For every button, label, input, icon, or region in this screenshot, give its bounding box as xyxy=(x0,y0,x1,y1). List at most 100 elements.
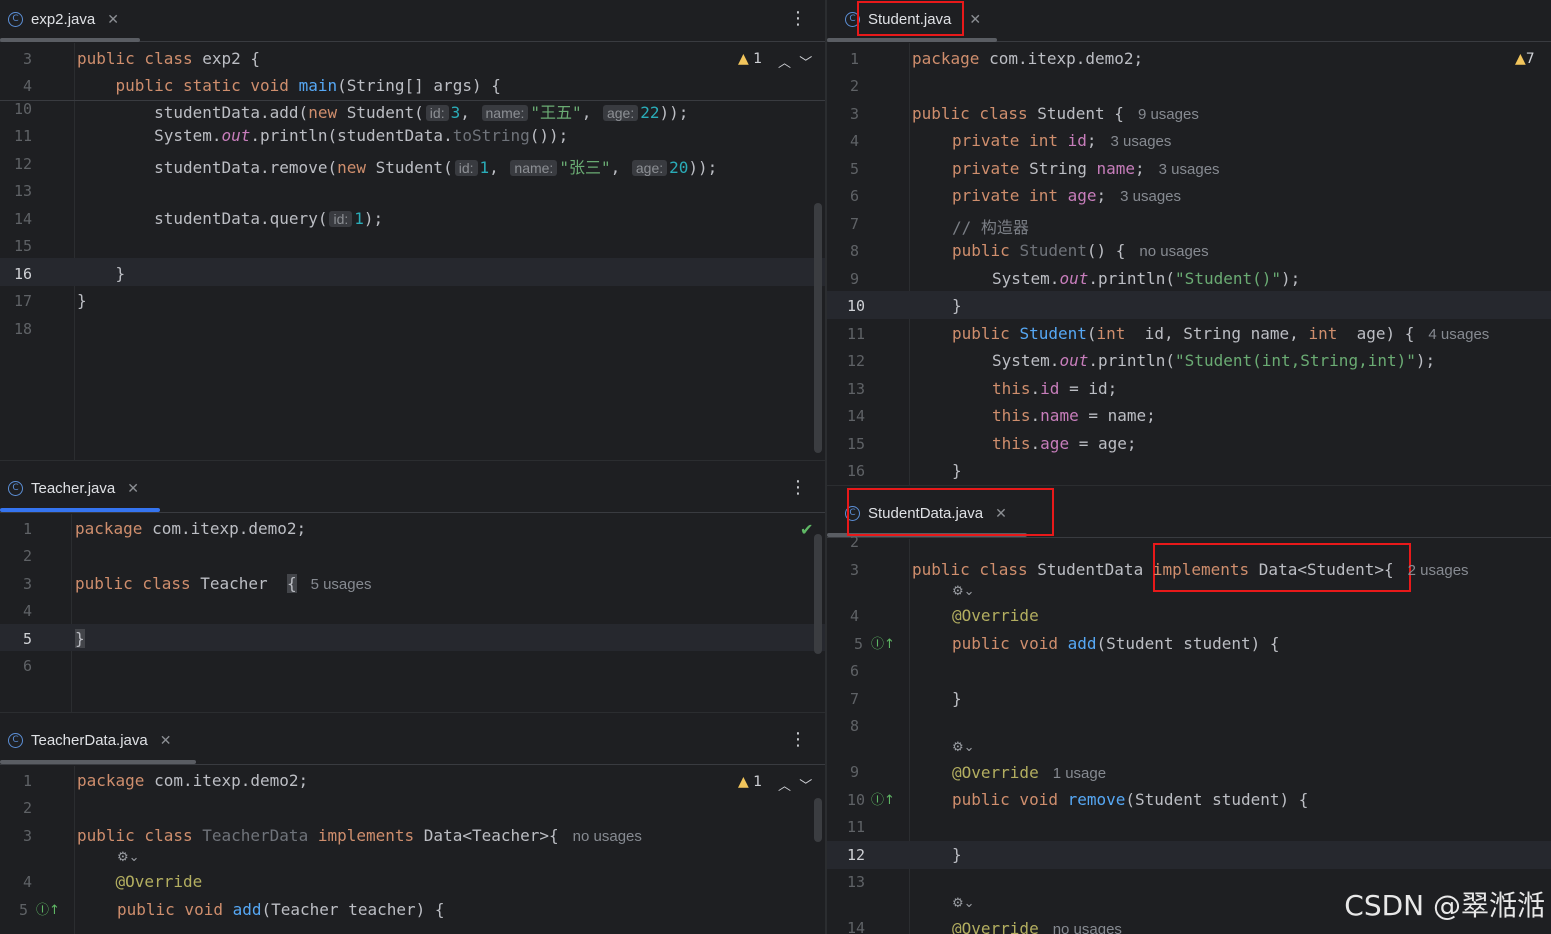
code-text: . xyxy=(1030,406,1041,425)
code-text: . xyxy=(1030,379,1041,398)
close-icon[interactable]: ✕ xyxy=(127,480,139,497)
scrollbar[interactable] xyxy=(814,203,822,453)
line-number: 5 xyxy=(853,635,863,653)
nav-arrows[interactable]: ︿ ﹀ xyxy=(778,52,812,71)
code-text: ); xyxy=(363,209,384,228)
code-area-teacher[interactable]: ✔ 1 2 3 4 5 6 package com.itexp.demo2; p… xyxy=(0,514,825,712)
code-line: public class TeacherData implements Data… xyxy=(77,826,642,845)
warning-icon: ▲ xyxy=(1515,51,1526,67)
usage-hint[interactable]: no usages xyxy=(573,828,642,845)
watermark: CSDN @翠湉湉 xyxy=(1344,889,1545,922)
static-field: out xyxy=(221,126,251,145)
usage-hint[interactable]: 3 usages xyxy=(1120,188,1181,205)
line-number: 7 xyxy=(849,690,859,708)
ai-lens-icon[interactable]: ⚙⌄ xyxy=(117,850,140,865)
warning-count: 1 xyxy=(753,774,763,790)
tab-label: exp2.java xyxy=(31,10,96,28)
close-icon[interactable]: ✕ xyxy=(160,732,172,749)
chevron-down-icon[interactable]: ﹀ xyxy=(799,56,812,71)
code-line: this.id = id; xyxy=(992,379,1117,398)
keyword: private xyxy=(952,186,1030,205)
method-name: add xyxy=(232,900,262,919)
keyword: new xyxy=(337,158,366,177)
code-line: public class Teacher {5 usages xyxy=(75,574,371,593)
chevron-up-icon[interactable]: ︿ xyxy=(778,779,791,794)
usage-hint[interactable]: no usages xyxy=(1139,243,1208,260)
implement-method-icon[interactable]: Ⓘ↑ xyxy=(871,789,895,808)
usage-hint[interactable]: 1 usage xyxy=(1053,765,1106,782)
current-line-highlight xyxy=(827,841,1551,869)
code-area-teacherdata[interactable]: ▲ 1 ︿ ﹀ 1 2 3 4 5 Ⓘ↑ package com.itexp.d… xyxy=(0,766,825,934)
code-text: (Teacher teacher) { xyxy=(261,900,445,919)
nav-arrows[interactable]: ︿ ﹀ xyxy=(778,775,812,794)
warning-indicator[interactable]: ▲7 xyxy=(1515,51,1535,67)
code-line: this.age = age; xyxy=(992,434,1137,453)
annotation: @Override xyxy=(115,872,203,891)
ai-lens-icon[interactable]: ⚙⌄ xyxy=(952,896,975,911)
line-number: 4 xyxy=(849,607,859,625)
current-line-highlight xyxy=(827,291,1551,319)
line-number: 18 xyxy=(13,320,32,338)
code-text: )); xyxy=(659,103,689,122)
code-text: ( xyxy=(1086,324,1097,343)
code-text: System. xyxy=(992,269,1060,288)
number: 1 xyxy=(479,158,490,177)
keyword: int xyxy=(1096,324,1136,343)
chevron-up-icon[interactable]: ︿ xyxy=(778,56,791,71)
horizontal-splitter[interactable] xyxy=(0,712,825,713)
usage-hint[interactable]: 3 usages xyxy=(1111,133,1172,150)
implement-method-icon[interactable]: Ⓘ↑ xyxy=(36,899,60,918)
usage-hint[interactable]: 9 usages xyxy=(1138,106,1199,123)
current-line-highlight xyxy=(0,624,825,651)
code-text: , xyxy=(581,103,601,122)
usage-hint[interactable]: 2 usages xyxy=(1408,562,1469,579)
line-number: 6 xyxy=(849,187,859,205)
tabbar-teacherdata: C TeacherData.java ✕ ⋮ xyxy=(0,713,825,765)
keyword: package xyxy=(77,771,155,790)
more-options-icon[interactable]: ⋮ xyxy=(789,477,807,498)
string: "Student(int,String,int)" xyxy=(1175,351,1416,370)
code-area-student[interactable]: ▲7 1 2 3 4 5 6 7 8 9 10 11 12 13 14 15 1… xyxy=(827,43,1551,485)
implement-method-icon[interactable]: Ⓘ↑ xyxy=(871,633,895,652)
code-text: (Student student) { xyxy=(1096,634,1280,653)
keyword: public class xyxy=(77,826,203,845)
java-class-icon: C xyxy=(8,11,23,27)
close-icon[interactable]: ✕ xyxy=(107,11,119,28)
keyword: implements xyxy=(1152,560,1259,579)
warning-count: 1 xyxy=(753,51,763,67)
ai-lens-icon[interactable]: ⚙⌄ xyxy=(952,584,975,599)
code-area-exp2[interactable]: ▲ 1 ︿ ﹀ 3 4 10 11 12 13 14 15 16 17 18 p… xyxy=(0,43,825,460)
tab-exp2[interactable]: C exp2.java ✕ xyxy=(0,0,119,38)
code-line: package com.itexp.demo2; xyxy=(77,771,308,790)
code-line: System.out.println(studentData.toString(… xyxy=(77,126,568,145)
code-line: } xyxy=(75,629,85,648)
warning-indicator[interactable]: ▲ 1 xyxy=(738,51,762,67)
more-options-icon[interactable]: ⋮ xyxy=(789,729,807,750)
param-hint: id: xyxy=(454,160,478,176)
ai-lens-icon[interactable]: ⚙⌄ xyxy=(952,740,975,755)
code-line: } xyxy=(952,689,962,708)
tab-teacher[interactable]: C Teacher.java ✕ xyxy=(0,469,139,507)
string: "张三" xyxy=(559,158,611,177)
code-area-studentdata[interactable]: 2 3 4 5 6 7 8 9 10 11 12 13 14 Ⓘ↑ Ⓘ↑ pub… xyxy=(827,533,1551,934)
horizontal-splitter[interactable] xyxy=(0,460,825,461)
code-text: .println( xyxy=(1088,269,1176,288)
scrollbar[interactable] xyxy=(814,534,822,654)
scrollbar[interactable] xyxy=(814,798,822,842)
string: "Student()" xyxy=(1175,269,1282,288)
method-name: main xyxy=(298,76,338,95)
usage-hint[interactable]: 4 usages xyxy=(1428,326,1489,343)
code-line: private int age; 3 usages xyxy=(952,186,1181,205)
more-options-icon[interactable]: ⋮ xyxy=(789,8,807,29)
code-text: studentData.add( xyxy=(77,103,309,122)
usage-hint[interactable]: no usages xyxy=(1053,921,1122,934)
tab-teacherdata[interactable]: C TeacherData.java ✕ xyxy=(0,721,171,759)
usage-hint[interactable]: 5 usages xyxy=(311,576,372,593)
warning-indicator[interactable]: ▲ 1 xyxy=(738,774,762,790)
usage-hint[interactable]: 3 usages xyxy=(1159,161,1220,178)
number: 20 xyxy=(669,158,689,177)
chevron-down-icon[interactable]: ﹀ xyxy=(799,779,812,794)
line-number: 2 xyxy=(849,533,859,551)
code-text: , xyxy=(489,158,509,177)
close-icon[interactable]: ✕ xyxy=(969,11,981,28)
